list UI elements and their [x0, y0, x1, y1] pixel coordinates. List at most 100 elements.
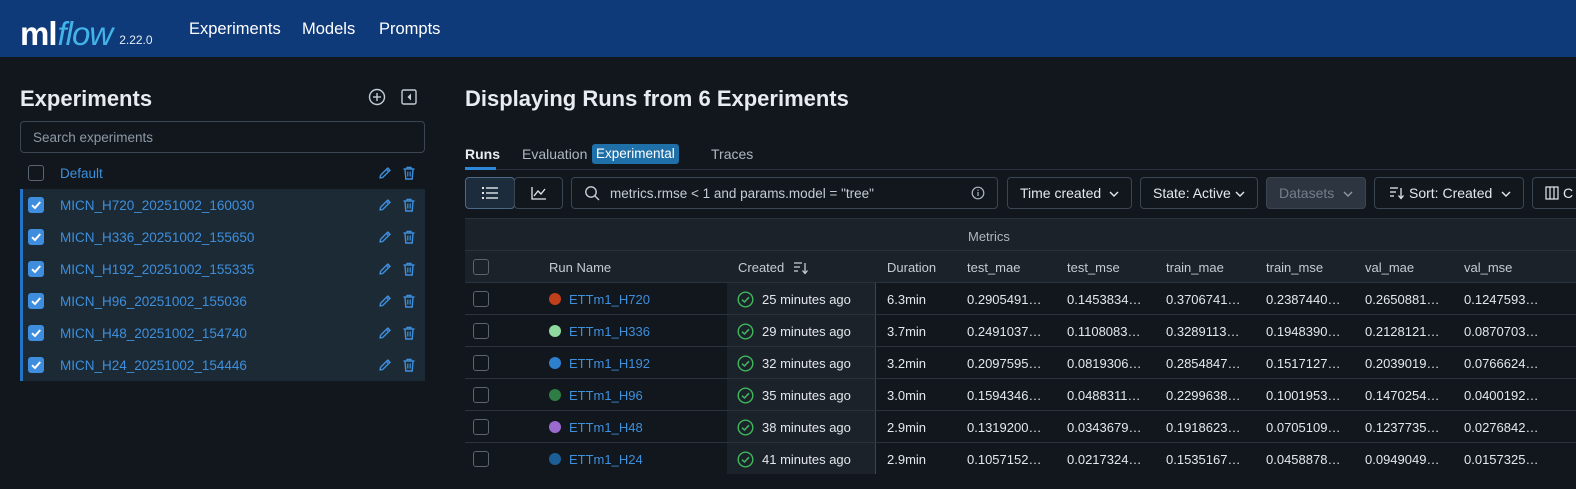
- delete-icon[interactable]: [401, 293, 417, 309]
- created-time: 29 minutes ago: [762, 324, 851, 339]
- header-test-mse[interactable]: test_mse: [1067, 260, 1120, 275]
- header-run-name[interactable]: Run Name: [549, 260, 611, 275]
- run-color-dot[interactable]: [549, 421, 561, 433]
- success-status-icon: [737, 387, 754, 404]
- header-train-mse[interactable]: train_mse: [1266, 260, 1323, 275]
- val-mae-cell: 0.1237735…: [1365, 420, 1440, 435]
- tabs-divider: [465, 169, 1576, 170]
- delete-icon[interactable]: [401, 165, 417, 181]
- datasets-dropdown[interactable]: Datasets: [1266, 177, 1366, 209]
- experiment-item[interactable]: MICN_H192_20251002_155335: [20, 253, 425, 285]
- info-icon[interactable]: [971, 186, 985, 200]
- nav-models[interactable]: Models: [302, 20, 355, 39]
- edit-icon[interactable]: [377, 229, 393, 245]
- sort-descending-icon[interactable]: [793, 261, 809, 275]
- experiment-name[interactable]: MICN_H48_20251002_154740: [60, 326, 247, 341]
- tab-evaluation[interactable]: Evaluation: [522, 146, 587, 162]
- run-color-dot[interactable]: [549, 293, 561, 305]
- table-row: ETTm1_H336 29 minutes ago 3.7min 0.2491037……: [465, 314, 1576, 346]
- train-mse-cell: 0.1948390…: [1266, 324, 1341, 339]
- delete-icon[interactable]: [401, 229, 417, 245]
- experiment-name[interactable]: MICN_H24_20251002_154446: [60, 358, 247, 373]
- chart-view-button[interactable]: [514, 177, 563, 209]
- collapse-sidebar-icon[interactable]: [400, 88, 418, 106]
- header-duration[interactable]: Duration: [887, 260, 936, 275]
- row-checkbox[interactable]: [473, 323, 489, 339]
- experiment-checkbox[interactable]: [28, 197, 44, 213]
- header-val-mse[interactable]: val_mse: [1464, 260, 1512, 275]
- run-color-dot[interactable]: [549, 325, 561, 337]
- experiment-name[interactable]: MICN_H192_20251002_155335: [60, 262, 254, 277]
- run-name-link[interactable]: ETTm1_H24: [569, 452, 643, 467]
- experiment-item[interactable]: MICN_H48_20251002_154740: [20, 317, 425, 349]
- run-color-dot[interactable]: [549, 389, 561, 401]
- add-experiment-icon[interactable]: [368, 88, 386, 106]
- edit-icon[interactable]: [377, 293, 393, 309]
- val-mse-cell: 0.0400192…: [1464, 388, 1539, 403]
- tab-traces[interactable]: Traces: [711, 146, 753, 162]
- checkmark-icon: [31, 297, 41, 306]
- header-created[interactable]: Created: [738, 260, 784, 275]
- filter-query-text: metrics.rmse < 1 and params.model = "tre…: [610, 185, 874, 201]
- edit-icon[interactable]: [377, 325, 393, 341]
- search-experiments-input[interactable]: [20, 121, 425, 153]
- experiment-name[interactable]: MICN_H336_20251002_155650: [60, 230, 254, 245]
- experiment-item[interactable]: Default: [20, 157, 425, 189]
- created-time: 32 minutes ago: [762, 356, 851, 371]
- run-color-dot[interactable]: [549, 453, 561, 465]
- table-view-button[interactable]: [465, 177, 515, 209]
- run-name-link[interactable]: ETTm1_H192: [569, 356, 650, 371]
- experiment-checkbox[interactable]: [28, 165, 44, 181]
- header-test-mae[interactable]: test_mae: [967, 260, 1020, 275]
- experiment-item[interactable]: MICN_H24_20251002_154446: [20, 349, 425, 381]
- delete-icon[interactable]: [401, 325, 417, 341]
- edit-icon[interactable]: [377, 197, 393, 213]
- experiment-checkbox[interactable]: [28, 325, 44, 341]
- checkmark-icon: [31, 265, 41, 274]
- delete-icon[interactable]: [401, 197, 417, 213]
- header-train-mae[interactable]: train_mae: [1166, 260, 1224, 275]
- row-checkbox[interactable]: [473, 451, 489, 467]
- select-all-checkbox[interactable]: [473, 259, 489, 275]
- tab-runs[interactable]: Runs: [465, 146, 500, 162]
- run-name-link[interactable]: ETTm1_H336: [569, 324, 650, 339]
- row-checkbox[interactable]: [473, 355, 489, 371]
- val-mse-cell: 0.1247593…: [1464, 292, 1539, 307]
- run-name-link[interactable]: ETTm1_H96: [569, 388, 643, 403]
- run-name-link[interactable]: ETTm1_H720: [569, 292, 650, 307]
- nav-experiments[interactable]: Experiments: [189, 20, 281, 39]
- run-color-dot[interactable]: [549, 357, 561, 369]
- header-val-mae[interactable]: val_mae: [1365, 260, 1414, 275]
- run-filter-input[interactable]: metrics.rmse < 1 and params.model = "tre…: [571, 177, 998, 209]
- experiment-item[interactable]: MICN_H720_20251002_160030: [20, 189, 425, 221]
- row-checkbox[interactable]: [473, 419, 489, 435]
- sort-dropdown[interactable]: Sort: Created: [1374, 177, 1524, 209]
- delete-icon[interactable]: [401, 261, 417, 277]
- state-dropdown[interactable]: State: Active: [1140, 177, 1258, 209]
- time-created-dropdown[interactable]: Time created: [1007, 177, 1132, 209]
- duration-cell: 2.9min: [887, 420, 927, 435]
- experiment-item[interactable]: MICN_H336_20251002_155650: [20, 221, 425, 253]
- delete-icon[interactable]: [401, 357, 417, 373]
- created-time: 25 minutes ago: [762, 292, 851, 307]
- row-checkbox[interactable]: [473, 387, 489, 403]
- row-checkbox[interactable]: [473, 291, 489, 307]
- val-mse-cell: 0.0157325…: [1464, 452, 1539, 467]
- experiment-name[interactable]: MICN_H96_20251002_155036: [60, 294, 247, 309]
- experiment-checkbox[interactable]: [28, 229, 44, 245]
- nav-prompts[interactable]: Prompts: [379, 20, 440, 39]
- experiment-checkbox[interactable]: [28, 293, 44, 309]
- experiment-checkbox[interactable]: [28, 261, 44, 277]
- experiment-checkbox[interactable]: [28, 357, 44, 373]
- columns-dropdown[interactable]: C: [1532, 177, 1576, 209]
- experiment-name[interactable]: MICN_H720_20251002_160030: [60, 198, 254, 213]
- experiment-item[interactable]: MICN_H96_20251002_155036: [20, 285, 425, 317]
- mlflow-logo[interactable]: ml flow 2.22.0: [20, 6, 153, 50]
- test-mae-cell: 0.1057152…: [967, 452, 1042, 467]
- run-name-link[interactable]: ETTm1_H48: [569, 420, 643, 435]
- chevron-down-icon: [1235, 191, 1245, 197]
- edit-icon[interactable]: [377, 165, 393, 181]
- experiment-name[interactable]: Default: [60, 166, 103, 181]
- edit-icon[interactable]: [377, 261, 393, 277]
- edit-icon[interactable]: [377, 357, 393, 373]
